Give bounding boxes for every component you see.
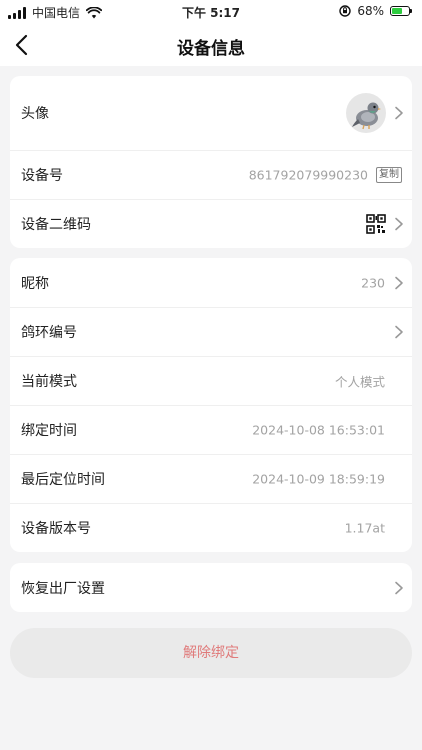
device-no-row: 设备号 861792079990230 复制: [10, 150, 412, 199]
ring-number-row[interactable]: 鸽环编号: [10, 307, 412, 356]
avatar[interactable]: [346, 93, 386, 133]
nav-bar: 设备信息: [0, 24, 422, 66]
last-location-label: 最后定位时间: [21, 472, 105, 488]
status-right: 68%: [339, 4, 412, 18]
chevron-right-icon: [395, 217, 403, 231]
orientation-lock-icon: [339, 5, 352, 17]
device-no-value: 861792079990230: [248, 167, 368, 183]
avatar-row[interactable]: 头像: [10, 76, 412, 150]
nickname-value: 230: [361, 275, 385, 290]
page-title: 设备信息: [177, 39, 245, 59]
copy-button[interactable]: 复制: [376, 167, 402, 183]
avatar-label: 头像: [21, 106, 49, 122]
chevron-right-icon: [395, 106, 403, 120]
chevron-right-icon: [395, 325, 403, 339]
version-label: 设备版本号: [21, 521, 91, 537]
last-location-row: 最后定位时间 2024-10-09 18:59:19: [10, 454, 412, 503]
mode-label: 当前模式: [21, 374, 77, 390]
bind-time-row: 绑定时间 2024-10-08 16:53:01: [10, 405, 412, 454]
qr-row[interactable]: 设备二维码: [10, 199, 412, 248]
status-bar: 中国电信 下午 5:17 68%: [0, 0, 422, 24]
factory-reset-row[interactable]: 恢复出厂设置: [10, 563, 412, 612]
last-location-value: 2024-10-09 18:59:19: [252, 471, 385, 487]
device-detail-card: 昵称 230 鸽环编号 当前模式 个人模式 绑定时间 2024-10-08 16…: [10, 258, 412, 552]
device-no-label: 设备号: [21, 168, 63, 184]
mode-value: 个人模式: [334, 374, 385, 390]
mode-row: 当前模式 个人模式: [10, 356, 412, 405]
unbind-button[interactable]: 解除绑定: [10, 628, 412, 678]
chevron-right-icon: [395, 276, 403, 289]
nickname-label: 昵称: [21, 275, 49, 292]
version-value: 1.17at: [344, 520, 385, 536]
chevron-right-icon: [395, 581, 403, 594]
qr-label: 设备二维码: [21, 217, 91, 233]
qr-code-icon: [366, 214, 386, 234]
nickname-row[interactable]: 昵称 230: [10, 258, 412, 307]
ring-number-label: 鸽环编号: [21, 325, 77, 341]
bind-time-value: 2024-10-08 16:53:01: [252, 422, 385, 438]
factory-reset-label: 恢复出厂设置: [21, 580, 105, 597]
device-basic-card: 头像 设备号 861792079990230 复制 设备二维码: [10, 76, 412, 248]
pigeon-avatar-icon: [352, 102, 381, 130]
factory-reset-card: 恢复出厂设置: [10, 563, 412, 612]
battery-percent: 68%: [357, 4, 384, 18]
battery-icon: [390, 6, 412, 16]
bind-time-label: 绑定时间: [21, 423, 77, 439]
version-row: 设备版本号 1.17at: [10, 503, 412, 552]
